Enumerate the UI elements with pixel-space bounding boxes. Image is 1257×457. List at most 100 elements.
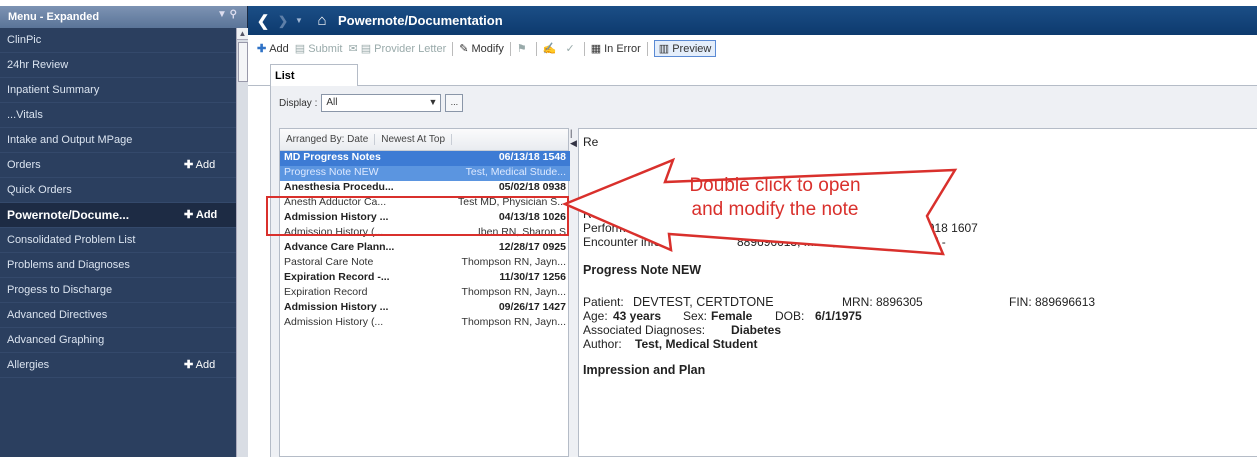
list-item-title: Anesthesia Procedu... — [284, 181, 394, 193]
home-icon[interactable]: ⌂ — [310, 12, 334, 29]
list-item-title: Admission History (... — [284, 316, 384, 328]
back-arrow-icon[interactable]: ❮ — [252, 12, 274, 30]
sign-button[interactable]: ✍ — [543, 42, 560, 55]
highlight-box — [266, 196, 569, 236]
sidebar-item-advanced-graphing[interactable]: Advanced Graphing — [0, 328, 236, 353]
add-button[interactable]: ✚ Add — [257, 42, 289, 56]
sidebar-item-allergies[interactable]: Allergies ✚ Add — [0, 353, 236, 378]
plus-icon: ✚ — [257, 43, 267, 55]
preview-partial-re: Re — [583, 135, 599, 149]
list-item-title: MD Progress Notes — [284, 151, 381, 163]
list-item-meta: Thompson RN, Jayn... — [461, 316, 566, 328]
toolbar-divider — [646, 41, 648, 56]
sidebar-item-problems-diagnoses[interactable]: Problems and Diagnoses — [0, 253, 236, 278]
callout-arrow: Double click to open and modify the note — [555, 152, 985, 264]
sidebar-item-consolidated-problem-list[interactable]: Consolidated Problem List — [0, 228, 236, 253]
list-panel: Display : All ▼ ... Arranged By: Date New… — [270, 86, 1257, 457]
plus-icon: ✚ — [184, 209, 194, 221]
list-item[interactable]: Expiration Record -... 11/30/17 1256 — [280, 271, 570, 286]
age-value: 43 years — [613, 309, 662, 323]
allergies-add-button[interactable]: ✚ Add — [184, 353, 215, 377]
in-error-button[interactable]: ▦ In Error — [590, 42, 641, 56]
sidebar-item-vitals[interactable]: ...Vitals — [0, 103, 236, 128]
toolbar-divider — [509, 41, 511, 56]
display-more-button[interactable]: ... — [445, 94, 464, 112]
sidebar-item-intake-output[interactable]: Intake and Output MPage — [0, 128, 236, 153]
tab-row: List — [248, 62, 1257, 87]
sidebar-header-controls[interactable]: ▼ ⚲ — [217, 9, 237, 20]
list-item-meta: 11/30/17 1256 — [499, 271, 566, 283]
list-item-title: Expiration Record — [284, 286, 368, 298]
sign-icon: ✍ — [542, 43, 557, 55]
review-icon: ✓ — [565, 43, 575, 55]
sidebar-scrollbar[interactable]: ▲ — [236, 28, 248, 457]
note-heading: Progress Note NEW — [583, 263, 702, 277]
sex-value: Female — [711, 309, 753, 323]
sidebar-item-progress-to-discharge[interactable]: Progess to Discharge — [0, 278, 236, 303]
list-header: Arranged By: Date Newest At Top — [280, 129, 568, 151]
sidebar-item-orders[interactable]: Orders ✚ Add — [0, 153, 236, 178]
list-item[interactable]: Advance Care Plann... 12/28/17 0925 — [280, 241, 570, 256]
letter-icon: ✉ ▤ — [348, 43, 372, 55]
forward-button[interactable]: ⚑ — [517, 42, 530, 55]
provider-letter-button[interactable]: ✉ ▤ Provider Letter — [348, 42, 446, 56]
scroll-up-icon[interactable]: ▲ — [237, 28, 248, 40]
page-title: Powernote/Documentation — [338, 13, 503, 28]
list-item[interactable]: Admission History ... 09/26/17 1427 — [280, 301, 570, 316]
dob-value: 6/1/1975 — [815, 309, 862, 323]
sidebar-menu: Menu - Expanded ▼ ⚲ ClinPic 24hr Review … — [0, 6, 248, 457]
sidebar-header-title: Menu - Expanded — [8, 11, 100, 23]
sidebar-item-powernote[interactable]: Powernote/Docume... ✚ Add — [0, 203, 236, 228]
sidebar-header: Menu - Expanded ▼ ⚲ — [0, 6, 247, 28]
plus-icon: ✚ — [184, 359, 194, 371]
sidebar-item-24hr-review[interactable]: 24hr Review — [0, 53, 236, 78]
impression-heading: Impression and Plan — [583, 363, 706, 377]
in-error-icon: ▦ — [590, 43, 602, 55]
list-item[interactable]: Pastoral Care Note Thompson RN, Jayn... — [280, 256, 570, 271]
list-item-meta: Thompson RN, Jayn... — [461, 256, 566, 268]
modify-button[interactable]: ✎ Modify — [459, 42, 504, 56]
list-rows: MD Progress Notes 06/13/18 1548 Progress N… — [280, 151, 570, 331]
sex-label: Sex: — [683, 309, 708, 323]
assoc-dx-value: Diabetes — [731, 323, 782, 337]
fin-value: FIN: 889696613 — [1009, 295, 1096, 309]
forward-arrow-icon[interactable]: ❯ — [274, 14, 292, 28]
callout-line-2: and modify the note — [691, 199, 859, 220]
callout-line-1: Double click to open — [689, 175, 861, 196]
tab-list[interactable]: List — [270, 64, 358, 87]
author-value: Test, Medical Student — [635, 337, 758, 351]
submit-icon: ▤ — [294, 43, 306, 55]
list-item[interactable]: Admission History (... Thompson RN, Jayn.… — [280, 316, 570, 331]
sidebar-item-inpatient-summary[interactable]: Inpatient Summary — [0, 78, 236, 103]
preview-button[interactable]: ▥ Preview — [653, 40, 717, 57]
orders-add-button[interactable]: ✚ Add — [184, 153, 215, 177]
toolbar-divider — [583, 41, 585, 56]
collapse-icon[interactable]: |◀ — [570, 128, 577, 148]
list-item[interactable]: Anesthesia Procedu... 05/02/18 0938 — [280, 181, 570, 196]
patient-label: Patient: — [583, 295, 624, 309]
assoc-dx-label: Associated Diagnoses: — [583, 323, 706, 337]
submit-button[interactable]: ▤ Submit — [294, 42, 343, 56]
sidebar-item-quick-orders[interactable]: Quick Orders — [0, 178, 236, 203]
toolbar-divider — [452, 41, 454, 56]
scroll-thumb[interactable] — [238, 42, 248, 82]
toolbar: ✚ Add ▤ Submit ✉ ▤ Provider Letter ✎ Modify … — [248, 35, 1257, 62]
list-item[interactable]: Expiration Record Thompson RN, Jayn... — [280, 286, 570, 301]
chevron-down-icon: ▼ — [428, 97, 438, 107]
arranged-by-header[interactable]: Arranged By: Date — [280, 134, 376, 145]
sidebar-item-advanced-directives[interactable]: Advanced Directives — [0, 303, 236, 328]
list-item[interactable]: Progress Note NEW Test, Medical Stude... — [280, 166, 570, 181]
sort-order-header[interactable]: Newest At Top — [375, 134, 453, 145]
age-label: Age: — [583, 309, 608, 323]
display-select[interactable]: All ▼ — [321, 94, 442, 112]
list-item-title: Expiration Record -... — [284, 271, 390, 283]
history-dropdown-icon[interactable]: ▼ — [292, 16, 306, 25]
powernote-add-button[interactable]: ✚ Add — [184, 203, 217, 227]
title-bar: ❮ ❯ ▼ ⌂ Powernote/Documentation — [248, 6, 1257, 35]
sidebar-item-clinpic[interactable]: ClinPic — [0, 28, 236, 53]
review-button[interactable]: ✓ — [565, 42, 577, 55]
dob-label: DOB: — [775, 309, 805, 323]
sidebar-list: ClinPic 24hr Review Inpatient Summary ..… — [0, 28, 236, 378]
display-label: Display : — [279, 97, 318, 109]
list-item[interactable]: MD Progress Notes 06/13/18 1548 — [280, 151, 570, 166]
